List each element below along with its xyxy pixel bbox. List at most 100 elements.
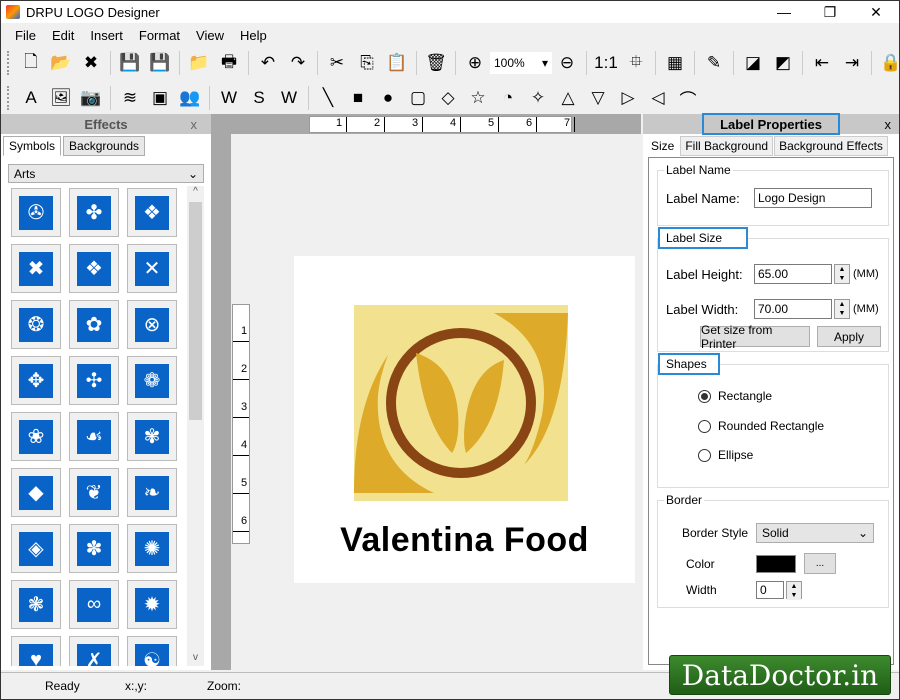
symbol-item[interactable]: ✣ (69, 356, 119, 405)
export-icon[interactable]: 📁 (186, 50, 212, 76)
layers-icon[interactable]: ≋ (117, 85, 143, 111)
properties-close-button[interactable]: x (885, 117, 892, 132)
label-width-input[interactable] (754, 299, 832, 319)
lock-icon[interactable]: 🔒 (878, 50, 900, 76)
toolbar-grip[interactable] (7, 86, 10, 110)
four-point-star-icon[interactable]: ✧ (525, 85, 551, 111)
effects-close-button[interactable]: x (191, 117, 198, 132)
border-width-spinner[interactable]: ▲ ▼ (786, 581, 802, 600)
camera-icon[interactable]: 📷 (78, 85, 104, 111)
symbol-item[interactable]: ☙ (69, 412, 119, 461)
symbol-item[interactable]: ∞ (69, 580, 119, 629)
copy-icon[interactable]: ⎘ (354, 50, 380, 76)
menu-help[interactable]: Help (232, 28, 275, 43)
bring-front-icon[interactable]: ◪ (740, 50, 766, 76)
diamond-icon[interactable]: ◇ (435, 85, 461, 111)
scroll-down-button[interactable]: v (187, 652, 204, 666)
color-picker-button[interactable]: ... (804, 553, 836, 574)
border-style-dropdown[interactable]: Solid ⌄ (756, 523, 874, 543)
open-icon[interactable]: 📂 (48, 50, 74, 76)
shape-option-rounded-rectangle[interactable]: Rounded Rectangle (698, 419, 824, 433)
category-dropdown[interactable]: Arts ⌄ (8, 164, 204, 183)
logo-graphic[interactable] (354, 305, 568, 501)
tab-fill-background[interactable]: Fill Background (680, 136, 774, 156)
star-icon[interactable]: ☆ (465, 85, 491, 111)
pie-icon[interactable]: ◔ (495, 85, 521, 111)
label-height-spinner[interactable]: ▲ ▼ (834, 264, 850, 284)
tab-background-effects[interactable]: Background Effects (774, 136, 888, 156)
menu-file[interactable]: File (7, 28, 44, 43)
zoom-out-icon[interactable]: ⊖ (554, 50, 580, 76)
symbol-item[interactable]: ✤ (69, 188, 119, 237)
symbol-item[interactable]: ❀ (11, 412, 61, 461)
delete-icon[interactable]: 🗑 (423, 50, 449, 76)
text-icon[interactable]: A (18, 85, 44, 111)
symbol-item[interactable]: ❂ (11, 300, 61, 349)
signature-icon[interactable]: S (246, 85, 272, 111)
symbol-item[interactable]: ⊗ (127, 300, 177, 349)
symbol-item[interactable]: ❃ (11, 580, 61, 629)
close-button[interactable]: ✕ (853, 1, 899, 23)
scroll-up-button[interactable]: ^ (187, 186, 204, 200)
grid-icon[interactable]: ▦ (662, 50, 688, 76)
get-size-from-printer-button[interactable]: Get size from Printer (700, 323, 810, 351)
watermark-icon[interactable]: W (276, 85, 302, 111)
new-icon[interactable]: 🗋 (18, 50, 44, 76)
radio-rounded-rectangle[interactable] (698, 419, 711, 433)
radio-ellipse[interactable] (698, 448, 711, 462)
symbol-item[interactable]: ☯ (127, 636, 177, 666)
border-color-swatch[interactable] (756, 554, 796, 573)
save-icon[interactable]: 💾 (117, 50, 143, 76)
background-icon[interactable]: ▣ (147, 85, 173, 111)
menu-edit[interactable]: Edit (44, 28, 82, 43)
triangle-down-icon[interactable]: ▽ (585, 85, 611, 111)
line-icon[interactable]: ╲ (315, 85, 341, 111)
wordart-icon[interactable]: W (216, 85, 242, 111)
symbol-item[interactable]: ❦ (69, 468, 119, 517)
radio-rectangle[interactable] (698, 389, 711, 403)
toolbar-grip[interactable] (7, 51, 10, 75)
label-design[interactable]: Valentina Food (294, 256, 635, 583)
label-height-input[interactable] (754, 264, 832, 284)
symbol-item[interactable]: ✹ (127, 580, 177, 629)
symbol-item[interactable]: ❖ (69, 244, 119, 293)
tab-backgrounds[interactable]: Backgrounds (63, 136, 146, 156)
rectangle-icon[interactable]: ■ (345, 85, 371, 111)
tab-symbols[interactable]: Symbols (3, 136, 62, 156)
symbol-item[interactable]: ✽ (69, 524, 119, 573)
minimize-button[interactable]: — (761, 1, 807, 23)
logo-text[interactable]: Valentina Food (294, 521, 635, 560)
symbol-item[interactable]: ✾ (127, 412, 177, 461)
print-icon[interactable]: 🖶 (216, 50, 242, 76)
close-file-icon[interactable]: ✖ (78, 50, 104, 76)
align-right-icon[interactable]: ⇥ (839, 50, 865, 76)
triangle-left-icon[interactable]: ◁ (645, 85, 671, 111)
arc-icon[interactable]: ⌒ (675, 85, 701, 111)
symbol-item[interactable]: ❁ (127, 356, 177, 405)
symbol-item[interactable]: ❧ (127, 468, 177, 517)
symbol-item[interactable]: ❖ (127, 188, 177, 237)
restore-button[interactable]: ❐ (807, 1, 853, 23)
image-icon[interactable]: 🖼 (48, 85, 74, 111)
shape-option-rectangle[interactable]: Rectangle (698, 389, 772, 403)
actual-size-icon[interactable]: 1:1 (593, 50, 619, 76)
border-width-input[interactable] (756, 581, 784, 599)
menu-format[interactable]: Format (131, 28, 188, 43)
paste-icon[interactable]: 📋 (384, 50, 410, 76)
symbol-item[interactable]: ◆ (11, 468, 61, 517)
symbol-item[interactable]: ✇ (11, 188, 61, 237)
symbol-item[interactable]: ✕ (127, 244, 177, 293)
menu-view[interactable]: View (188, 28, 232, 43)
ellipse-icon[interactable]: ● (375, 85, 401, 111)
symbol-item[interactable]: ✥ (11, 356, 61, 405)
shape-option-ellipse[interactable]: Ellipse (698, 448, 753, 462)
triangle-up-icon[interactable]: △ (555, 85, 581, 111)
redo-icon[interactable]: ↷ (285, 50, 311, 76)
symbol-item[interactable]: ✺ (127, 524, 177, 573)
undo-icon[interactable]: ↶ (255, 50, 281, 76)
symbol-scrollbar[interactable]: ^ v (187, 186, 204, 666)
symbol-item[interactable]: ◈ (11, 524, 61, 573)
symbol-item[interactable]: ✿ (69, 300, 119, 349)
scroll-thumb[interactable] (189, 202, 202, 420)
tab-size[interactable]: Size (646, 136, 680, 156)
